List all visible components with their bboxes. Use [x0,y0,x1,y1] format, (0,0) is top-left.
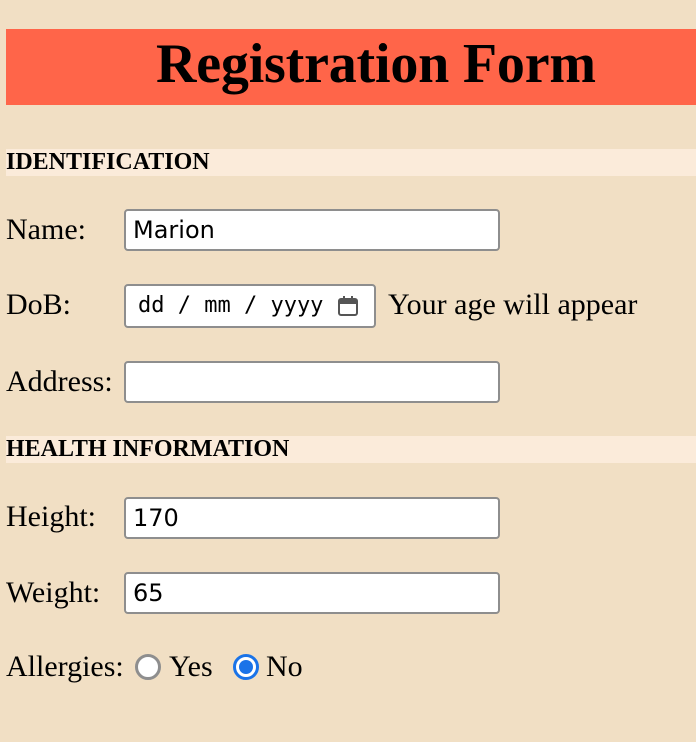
name-input[interactable] [124,209,500,251]
weight-input[interactable] [124,572,500,614]
dob-label: DoB: [6,288,72,321]
section-health: HEALTH INFORMATION [6,436,696,463]
allergies-yes-radio[interactable] [135,654,161,680]
allergies-no-label[interactable]: No [266,652,303,682]
allergies-yes-label[interactable]: Yes [169,652,213,682]
address-input[interactable] [124,361,500,403]
age-hint-text: Your age will appear [388,288,638,321]
dob-date-input[interactable]: dd / mm / yyyy [124,284,376,328]
section-health-title: HEALTH INFORMATION [6,436,290,462]
section-identification: IDENTIFICATION [6,149,696,176]
dob-placeholder: dd / mm / yyyy [138,293,324,318]
name-label: Name: [6,213,86,246]
section-identification-title: IDENTIFICATION [6,149,210,175]
address-label: Address: [6,365,113,398]
allergies-no-radio[interactable] [233,654,259,680]
height-label: Height: [6,500,96,533]
calendar-icon[interactable] [336,294,360,318]
height-input[interactable] [124,497,500,539]
page-title: Registration Form [156,33,596,95]
header-banner: Registration Form [6,29,696,105]
weight-label: Weight: [6,576,101,609]
allergies-label: Allergies: [6,650,124,683]
